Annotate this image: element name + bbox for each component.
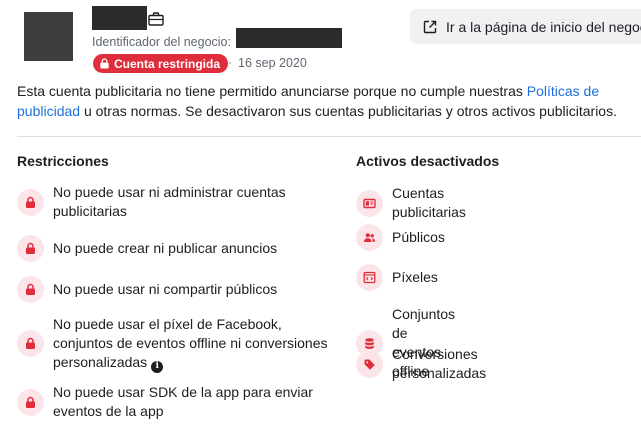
business-avatar	[24, 12, 73, 61]
status-badge-label: Cuenta restringida	[114, 56, 221, 71]
description-text-2: u otras normas. Se desactivaron sus cuen…	[80, 103, 617, 119]
section-divider	[17, 136, 641, 137]
restriction-description: Esta cuenta publicitaria no tiene permit…	[17, 81, 632, 121]
asset-label: Conversiones personalizadas	[392, 346, 487, 381]
audience-icon	[356, 224, 383, 251]
disabled-assets-title: Activos desactivados	[356, 153, 500, 169]
list-item: No puede usar ni administrar cuentas pub…	[17, 183, 337, 221]
external-link-icon	[423, 20, 437, 33]
list-item: Cuentas publicitarias	[356, 184, 466, 222]
status-badge: Cuenta restringida	[93, 54, 229, 73]
list-item: No puede usar SDK de la app para enviar …	[17, 383, 337, 421]
lock-icon	[17, 188, 44, 216]
business-id-label: Identificador del negocio:	[92, 35, 231, 49]
ad-account-icon	[356, 189, 383, 217]
lock-icon	[17, 330, 44, 358]
briefcase-icon	[148, 12, 164, 26]
redacted-business-id	[236, 28, 342, 48]
list-item: Píxeles	[356, 264, 438, 291]
lock-icon	[17, 388, 44, 416]
list-item: No puede crear ni publicar anuncios	[17, 235, 337, 262]
restriction-text: No puede crear ni publicar anuncios	[53, 240, 278, 256]
pixel-code-icon	[356, 264, 383, 291]
info-icon[interactable]: i	[151, 360, 164, 373]
restriction-text-with-info: No puede usar el píxel de Facebook, conj…	[53, 315, 343, 373]
description-text-1: Esta cuenta publicitaria no tiene permit…	[17, 83, 527, 99]
restrictions-title: Restricciones	[17, 153, 109, 169]
tag-icon	[356, 350, 383, 378]
home-button-label: Ir a la página de inicio del negocio	[446, 18, 641, 35]
restriction-text: No puede usar el píxel de Facebook, conj…	[53, 316, 328, 370]
asset-label: Públicos	[392, 229, 445, 245]
restriction-date: 16 sep 2020	[238, 56, 307, 70]
redacted-business-name	[92, 6, 147, 30]
restriction-text: No puede usar SDK de la app para enviar …	[53, 384, 313, 419]
restricted-lock-icon	[100, 58, 109, 69]
asset-label: Píxeles	[392, 269, 438, 285]
asset-label: Cuentas publicitarias	[392, 185, 466, 220]
list-item: Públicos	[356, 224, 445, 251]
restriction-text: No puede usar ni compartir públicos	[53, 281, 278, 297]
separator-dot: ·	[228, 55, 232, 69]
list-item: No puede usar ni compartir públicos	[17, 276, 337, 303]
go-to-business-home-button[interactable]: Ir a la página de inicio del negocio	[410, 9, 641, 44]
lock-icon	[17, 276, 44, 303]
list-item: Conversiones personalizadas	[356, 345, 486, 383]
lock-icon	[17, 235, 44, 262]
list-item: No puede usar el píxel de Facebook, conj…	[17, 315, 347, 373]
restriction-text: No puede usar ni administrar cuentas pub…	[53, 184, 286, 219]
